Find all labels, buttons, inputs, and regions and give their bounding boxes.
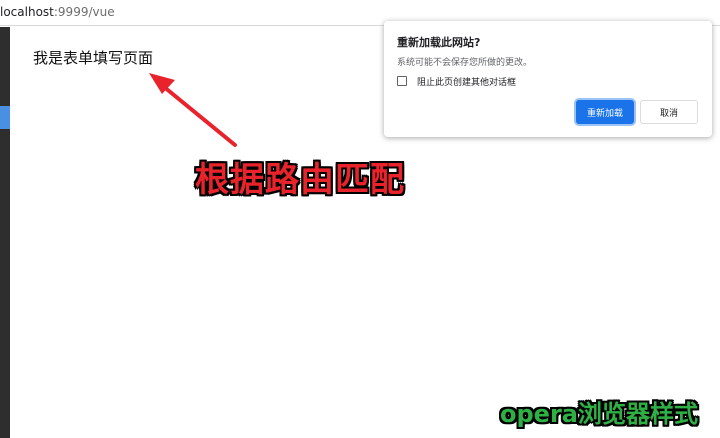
reload-dialog: 重新加载此网站? 系统可能不会保存您所做的更改。 阻止此页创建其他对话框 重新加… <box>384 21 712 137</box>
arrow-head <box>149 73 175 94</box>
url-path: :9999/vue <box>53 5 115 19</box>
dialog-title: 重新加载此网站? <box>397 36 481 49</box>
sidebar <box>0 27 10 438</box>
block-dialogs-option[interactable]: 阻止此页创建其他对话框 <box>397 74 516 88</box>
sidebar-active-indicator[interactable] <box>0 106 10 129</box>
dialog-message: 系统可能不会保存您所做的更改。 <box>397 58 533 68</box>
arrow-shaft <box>156 80 237 147</box>
page-heading: 我是表单填写页面 <box>33 49 154 67</box>
annotation-route-match: 根据路由匹配 <box>195 160 405 200</box>
url-text[interactable]: localhost:9999/vue <box>0 5 115 19</box>
block-dialogs-label: 阻止此页创建其他对话框 <box>417 77 517 88</box>
url-host: localhost <box>0 5 54 19</box>
block-dialogs-checkbox[interactable] <box>397 76 407 86</box>
annotation-opera-style: opera浏览器样式 <box>500 400 698 428</box>
cancel-button[interactable]: 取消 <box>640 100 698 124</box>
reload-button[interactable]: 重新加载 <box>576 100 634 124</box>
browser-window: localhost:9999/vue 我是表单填写页面 根据路由匹配 opera… <box>0 0 720 438</box>
